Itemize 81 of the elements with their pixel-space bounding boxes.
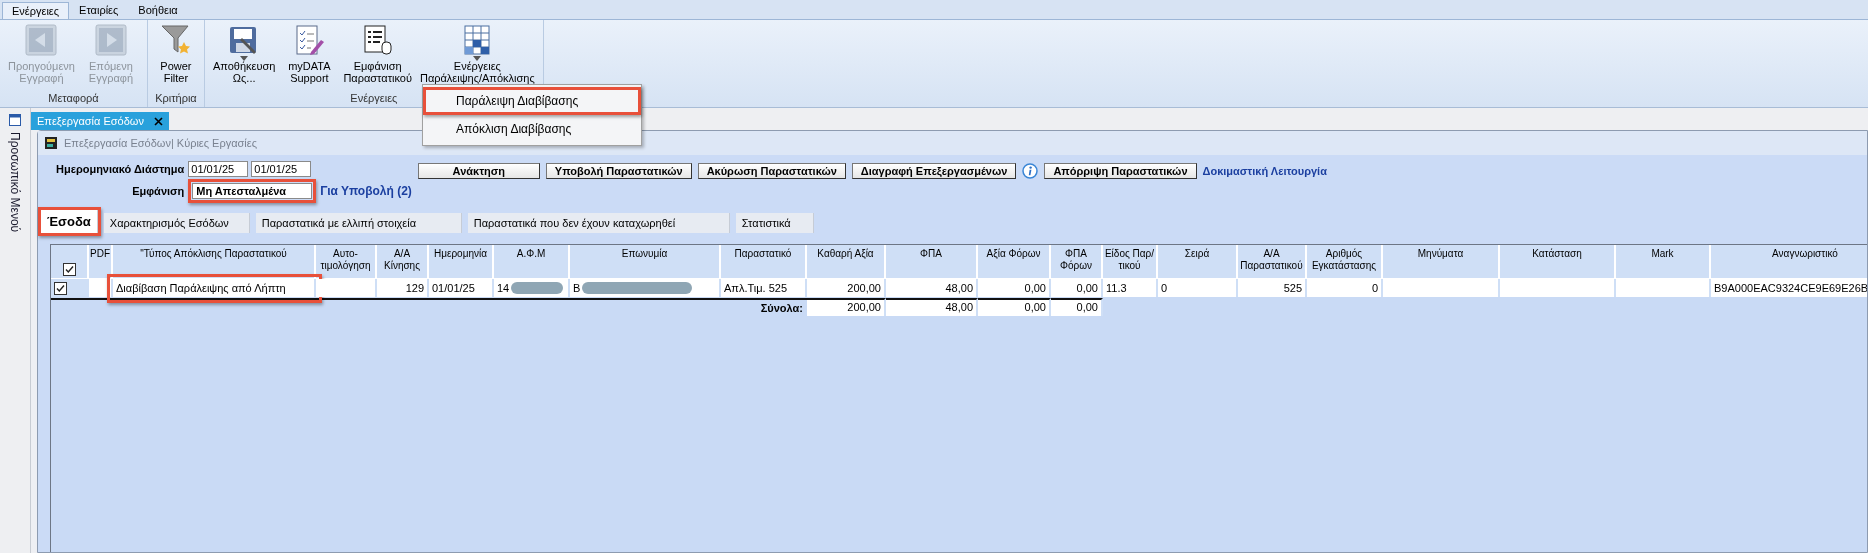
table-cell: 0 xyxy=(1158,279,1238,297)
table-cell: Β xyxy=(570,279,721,297)
table-cell: 129 xyxy=(377,279,429,297)
column-header[interactable]: Α/Α Παραστατικού xyxy=(1238,245,1307,279)
ribbon-button[interactable]: Εμφάνιση Παραστατικού xyxy=(341,20,414,92)
column-header[interactable]: Mark xyxy=(1616,245,1711,279)
total-cell: 0,00 xyxy=(1051,298,1103,316)
column-header[interactable]: Αριθμός Εγκατάστασης xyxy=(1307,245,1383,279)
total-cell: 48,00 xyxy=(886,298,978,316)
total-cell: 200,00 xyxy=(807,298,886,316)
table-cell: 11.3 xyxy=(1103,279,1158,297)
ribbon-button[interactable]: myDATA Support xyxy=(281,20,338,92)
action-button[interactable]: Διαγραφή Επεξεργασμένων xyxy=(851,163,1017,179)
column-header[interactable]: Είδος Παρ/τικού xyxy=(1103,245,1158,279)
action-button[interactable]: Ακύρωση Παραστατικών xyxy=(697,163,846,179)
panel-title: Επεξεργασία Εσόδων| Κύριες Εργασίες xyxy=(64,137,257,149)
checklist-pen-icon xyxy=(293,24,326,56)
status-link[interactable]: Για Υποβολή (2) xyxy=(320,184,412,198)
action-button[interactable]: Υποβολή Παραστατικών xyxy=(545,163,692,179)
window-icon[interactable] xyxy=(9,114,21,126)
ribbon-tab[interactable]: Ενέργειες xyxy=(2,2,70,19)
ribbon-tab[interactable]: Βοήθεια xyxy=(128,1,188,19)
table-cell: 48,00 xyxy=(886,279,978,297)
funnel-star-icon xyxy=(159,24,192,56)
column-header[interactable]: Αναγνωριστικό xyxy=(1711,245,1867,279)
sidebar-label[interactable]: Προσωπικό Μενού xyxy=(8,132,22,233)
date-to-field[interactable]: 01/01/25 xyxy=(251,161,312,177)
display-label: Εμφάνιση xyxy=(131,185,185,197)
table-cell: 0 xyxy=(1307,279,1383,297)
table-cell: 01/01/25 xyxy=(429,279,494,297)
table-cell: B9A000EAC9324CE9E69E26B xyxy=(1711,279,1867,297)
column-header[interactable]: Σειρά xyxy=(1158,245,1238,279)
select-all-checkbox[interactable] xyxy=(62,263,76,276)
menu-item[interactable]: Παράλειψη Διαβίβασης xyxy=(423,87,641,115)
document-mouse-icon xyxy=(361,24,394,56)
table-cell: Απλ.Τιμ. 525 xyxy=(721,279,807,297)
totals-label: Σύνολα: xyxy=(51,298,807,316)
mode-label: Δοκιμαστική Λειτουργία xyxy=(1202,165,1327,177)
total-cell: 0,00 xyxy=(978,298,1051,316)
info-icon[interactable] xyxy=(1022,163,1039,179)
table-cell: 0,00 xyxy=(978,279,1051,297)
document-tab-label: Επεξεργασία Εσόδων xyxy=(37,115,144,127)
column-header[interactable]: Παραστατικό xyxy=(721,245,807,279)
ribbon-group-label: Ενέργειες xyxy=(350,92,398,106)
column-header[interactable]: Αυτο-τιμολόγηση xyxy=(316,245,377,279)
table-cell: 200,00 xyxy=(807,279,886,297)
sub-tab[interactable]: Παραστατικά με ελλιπή στοιχεία xyxy=(255,213,462,233)
caret-icon xyxy=(240,56,249,61)
column-header[interactable]: ΦΠΑ Φόρων xyxy=(1051,245,1103,279)
table-cell: 525 xyxy=(1238,279,1307,297)
ribbon-group-label: Κριτήρια xyxy=(155,92,197,106)
column-header[interactable]: Κατάσταση xyxy=(1500,245,1616,279)
column-header[interactable]: PDF xyxy=(89,245,113,279)
display-field[interactable]: Μη Απεσταλμένα xyxy=(192,183,313,199)
table-cell: 14 xyxy=(494,279,570,297)
sub-tab[interactable]: Έσοδα xyxy=(41,210,98,233)
row-checkbox[interactable] xyxy=(54,281,67,295)
action-button[interactable]: Ανάκτηση xyxy=(417,163,540,179)
document-app-icon xyxy=(44,136,58,150)
date-from-field[interactable]: 01/01/25 xyxy=(188,161,249,177)
column-header[interactable]: Ημερομηνία xyxy=(429,245,494,279)
column-header[interactable]: Επωνυμία xyxy=(570,245,721,279)
column-header[interactable]: Μηνύματα xyxy=(1383,245,1500,279)
column-header[interactable]: Α/Α Κίνησης xyxy=(377,245,429,279)
table-cell: 0,00 xyxy=(1051,279,1103,297)
column-header[interactable]: "Τύπος Απόκλισης Παραστατικού xyxy=(113,245,316,279)
ribbon-button[interactable]: Αποθήκευση Ως... xyxy=(210,20,278,92)
sub-tab[interactable]: Παραστατικά που δεν έχουν καταχωρηθεί xyxy=(467,213,730,233)
column-header[interactable]: Αξία Φόρων xyxy=(978,245,1051,279)
close-icon[interactable] xyxy=(153,116,163,126)
column-header[interactable]: Καθαρή Αξία xyxy=(807,245,886,279)
sub-tab[interactable]: Στατιστικά xyxy=(735,213,814,233)
column-header[interactable]: Α.Φ.Μ xyxy=(494,245,570,279)
menu-item[interactable]: Απόκλιση Διαβίβασης xyxy=(423,115,641,143)
action-button[interactable]: Απόρριψη Παραστατικών xyxy=(1044,163,1197,179)
ribbon-button[interactable]: Power Filter xyxy=(153,20,198,92)
sub-tab[interactable]: Χαρακτηρισμός Εσόδων xyxy=(103,213,250,233)
ribbon-tab[interactable]: Εταιρίες xyxy=(69,1,129,19)
column-header[interactable]: ΦΠΑ xyxy=(886,245,978,279)
ribbon-group-label: Μεταφορά xyxy=(48,92,99,106)
date-range-label: Ημερομηνιακό Διάστημα xyxy=(56,163,185,175)
